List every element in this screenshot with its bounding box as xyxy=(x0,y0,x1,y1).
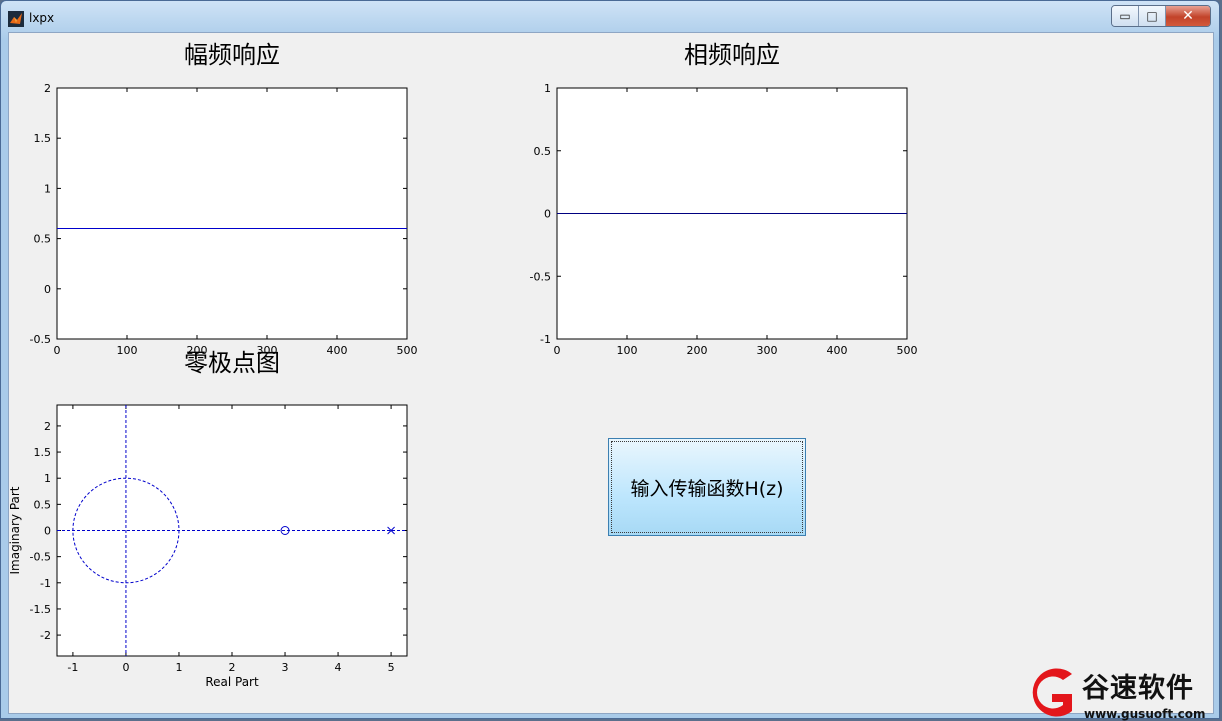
window-title: lxpx xyxy=(29,11,55,25)
window-controls: ▭ □ ✕ xyxy=(1111,5,1211,27)
close-icon: ✕ xyxy=(1182,8,1194,24)
y-tick-label: -0.5 xyxy=(30,333,51,346)
x-tick-label: 0 xyxy=(554,344,561,357)
y-tick-label: 0 xyxy=(44,283,51,296)
figure-client-area: 幅频响应 0 100 200 300 400 500 -0.5 0 0.5 1 1.5 2 相频响应 0 10… xyxy=(8,32,1214,714)
close-button[interactable]: ✕ xyxy=(1166,6,1210,26)
input-transfer-function-label: 输入传输函数H(z) xyxy=(630,477,784,500)
y-tick-label: 0 xyxy=(544,208,551,221)
y-tick-label: -0.5 xyxy=(30,551,51,564)
y-tick-label: 1.5 xyxy=(34,446,52,459)
y-tick-label: -2 xyxy=(40,629,51,642)
x-tick-label: -1 xyxy=(67,661,78,674)
figure-window: lxpx ▭ □ ✕ 幅频响应 0 100 200 300 400 500 -0.5 0 0.5 1… xyxy=(0,0,1220,719)
x-tick-label: 5 xyxy=(388,661,395,674)
x-tick-label: 100 xyxy=(117,344,138,357)
y-tick-label: -0.5 xyxy=(530,270,551,283)
x-tick-label: 2 xyxy=(229,661,236,674)
y-tick-label: -1.5 xyxy=(30,603,51,616)
y-tick-label: 0.5 xyxy=(34,233,52,246)
y-tick-label: 2 xyxy=(44,420,51,433)
x-tick-label: 500 xyxy=(397,344,418,357)
y-tick-label: 0.5 xyxy=(34,498,52,511)
watermark-text: 谷速软件 xyxy=(1082,673,1194,704)
x-tick-label: 400 xyxy=(327,344,348,357)
plot-title: 幅频响应 xyxy=(184,41,280,69)
x-tick-label: 1 xyxy=(175,661,182,674)
matlab-icon xyxy=(8,11,24,27)
maximize-button[interactable]: □ xyxy=(1139,6,1166,26)
watermark: 谷速软件 www.gusuoft.com xyxy=(1020,664,1222,721)
y-tick-label: 2 xyxy=(44,82,51,95)
x-axis-label: Real Part xyxy=(205,675,259,689)
axes-1: 幅频响应0 100 200 300 400 500-0.500.511.52 xyxy=(30,41,418,357)
minimize-icon: ▭ xyxy=(1119,9,1131,23)
x-tick-label: 100 xyxy=(617,344,638,357)
y-tick-label: 1 xyxy=(44,472,51,485)
x-tick-label: 3 xyxy=(282,661,289,674)
x-tick-label: 0 xyxy=(54,344,61,357)
x-tick-label: 4 xyxy=(335,661,342,674)
y-axis-label: Imaginary Part xyxy=(9,486,22,574)
y-tick-label: 1.5 xyxy=(34,132,52,145)
y-tick-label: 0.5 xyxy=(534,145,552,158)
x-tick-label: 500 xyxy=(897,344,918,357)
maximize-icon: □ xyxy=(1146,9,1158,23)
title-bar[interactable]: lxpx ▭ □ ✕ xyxy=(1,1,1219,31)
plot-title: 零极点图 xyxy=(184,349,280,377)
figure-canvas: 幅频响应0 100 200 300 400 500-0.500.511.52相频响应0 10… xyxy=(9,41,918,689)
y-tick-label: -1 xyxy=(40,577,51,590)
watermark-logo-icon xyxy=(1032,668,1072,717)
y-tick-label: -1 xyxy=(540,333,551,346)
axes-3: 零极点图-1 0 1 2 3 4 5-2-1.5-1-0.500.511.52Real Pa… xyxy=(9,349,408,689)
minimize-button[interactable]: ▭ xyxy=(1112,6,1139,26)
x-tick-label: 400 xyxy=(827,344,848,357)
x-tick-label: 0 xyxy=(122,661,129,674)
y-tick-label: 1 xyxy=(44,182,51,195)
y-tick-label: 1 xyxy=(544,82,551,95)
plot-area xyxy=(56,87,408,340)
axes-2: 相频响应 0 100 200 300 400 500 -1 -0.5 0 0.5 1 xyxy=(530,41,918,357)
x-tick-label: 300 xyxy=(757,344,778,357)
input-transfer-function-button[interactable]: 输入传输函数H(z) xyxy=(608,438,806,536)
y-tick-label: 0 xyxy=(44,525,51,538)
watermark-url: www.gusuoft.com xyxy=(1084,707,1206,721)
x-tick-label: 200 xyxy=(687,344,708,357)
plot-title: 相频响应 xyxy=(684,41,780,69)
